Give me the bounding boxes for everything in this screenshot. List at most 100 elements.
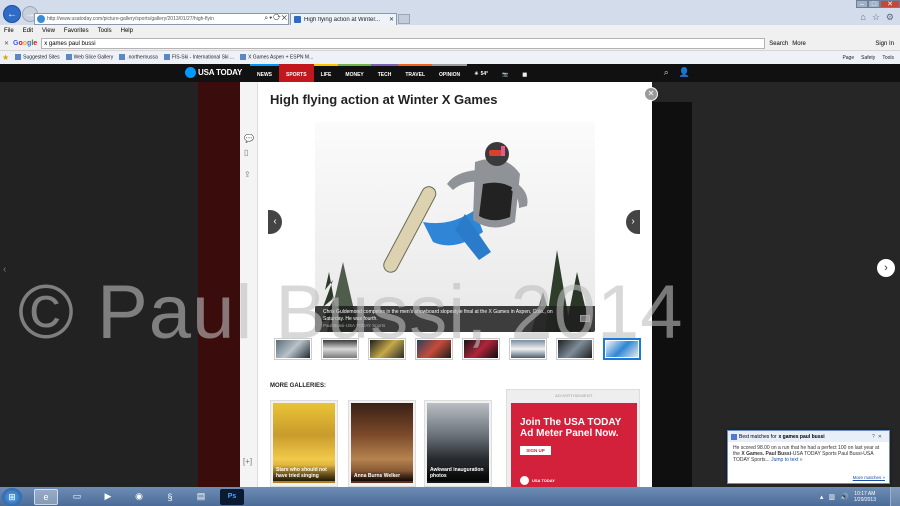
nav-opinion[interactable]: OPINION bbox=[432, 64, 468, 82]
next-photo-button[interactable]: › bbox=[626, 210, 640, 234]
menu-tools[interactable]: Tools bbox=[98, 28, 112, 34]
fav-suggested-sites[interactable]: Suggested Sites bbox=[15, 54, 60, 61]
search-icon[interactable]: ⌕ bbox=[664, 67, 669, 78]
nav-money[interactable]: MONEY bbox=[338, 64, 371, 82]
taskbar-photoshop[interactable]: Ps bbox=[220, 488, 244, 505]
minimize-button[interactable]: – bbox=[856, 0, 868, 8]
taskbar-media-player[interactable]: ▶ bbox=[96, 489, 120, 505]
close-window-button[interactable]: ✕ bbox=[880, 0, 900, 8]
fav-northernussa[interactable]: .northernussa bbox=[119, 54, 158, 61]
nav-tech[interactable]: TECH bbox=[370, 64, 399, 82]
thumbnail-6[interactable] bbox=[509, 338, 547, 360]
menu-view[interactable]: View bbox=[42, 28, 55, 34]
taskbar-explorer[interactable]: ▭ bbox=[65, 489, 89, 505]
caption-toggle-icon[interactable] bbox=[580, 315, 590, 322]
thumbnail-8-selected[interactable] bbox=[603, 338, 641, 360]
thumbnail-image bbox=[606, 341, 638, 357]
tray-volume-icon[interactable]: 🔊 bbox=[840, 493, 849, 501]
bookmark-icon[interactable]: ▯ bbox=[244, 148, 248, 157]
fav-fis-ski[interactable]: FIS-Ski - International Ski ... bbox=[163, 54, 234, 61]
system-clock[interactable]: 10:17 AM 1/29/2013 bbox=[854, 491, 876, 503]
gallery-card-2[interactable]: Anna Burns Welker bbox=[348, 400, 416, 487]
address-bar[interactable]: http://www.usatoday.com/picture-gallery/… bbox=[34, 13, 289, 25]
background-left bbox=[0, 82, 240, 487]
ad-logo-text: USA TODAY bbox=[532, 478, 555, 483]
expand-icon[interactable]: [+] bbox=[243, 457, 252, 466]
maximize-button[interactable]: □ bbox=[868, 0, 880, 8]
camera-icon: 📷 bbox=[502, 72, 509, 78]
nav-news[interactable]: NEWS bbox=[250, 64, 279, 82]
prev-photo-button[interactable]: ‹ bbox=[268, 210, 282, 234]
google-search-input[interactable]: x games paul bussi bbox=[41, 38, 766, 49]
page-menu[interactable]: Page bbox=[842, 55, 854, 61]
nav-media[interactable]: ▦ bbox=[515, 64, 534, 82]
taskbar-ie[interactable]: e bbox=[34, 488, 58, 505]
command-bar: Page Safety Tools bbox=[842, 55, 900, 61]
windows-logo-icon: ⊞ bbox=[8, 491, 16, 502]
address-tools-icon[interactable]: ⌕▾⟳✕ bbox=[264, 15, 288, 23]
back-button[interactable]: ← bbox=[3, 5, 21, 23]
page-prev-arrow-icon[interactable]: ‹ bbox=[3, 264, 6, 275]
usatoday-logo[interactable]: USA TODAY bbox=[185, 67, 242, 78]
show-desktop-button[interactable] bbox=[890, 487, 900, 506]
share-sidebar: 💬 ▯ ⇪ [+] bbox=[240, 82, 258, 487]
popup-more-link[interactable]: More matches » bbox=[853, 475, 885, 480]
nav-life[interactable]: LIFE bbox=[313, 64, 339, 82]
thumbnail-image bbox=[417, 340, 451, 358]
google-signin-button[interactable]: Sign In bbox=[875, 41, 894, 47]
thumbnail-3[interactable] bbox=[368, 338, 406, 360]
tray-arrow-icon[interactable]: ▴ bbox=[820, 493, 824, 501]
menu-help[interactable]: Help bbox=[121, 28, 133, 34]
thumbnail-1[interactable] bbox=[274, 338, 312, 360]
thumbnail-4[interactable] bbox=[415, 338, 453, 360]
taskbar-app[interactable]: § bbox=[158, 489, 182, 505]
gallery-card-3[interactable]: Awkward inauguration photos bbox=[424, 400, 492, 487]
windows-taskbar: ⊞ e ▭ ▶ ◉ § ▤ Ps ▴ ▥ 🔊 10:17 AM 1/29/201… bbox=[0, 487, 900, 506]
tools-gear-icon[interactable]: ⚙ bbox=[886, 12, 894, 23]
nav-weather[interactable]: ☀ 54° bbox=[467, 64, 495, 82]
gallery-card-1[interactable]: Stars who should not have tried singing bbox=[270, 400, 338, 487]
menu-favorites[interactable]: Favorites bbox=[64, 28, 89, 34]
page-next-arrow-icon[interactable]: › bbox=[877, 259, 895, 277]
popup-jump-link[interactable]: Jump to text » bbox=[771, 457, 802, 463]
favorites-star-icon[interactable]: ★ bbox=[2, 53, 9, 62]
ad-signup-button[interactable]: SIGN UP bbox=[520, 446, 551, 455]
favorites-star-icon[interactable]: ☆ bbox=[872, 12, 880, 23]
window-controls: – □ ✕ bbox=[856, 0, 900, 8]
user-icon[interactable]: 👤 bbox=[679, 67, 690, 78]
weather-temp: 54° bbox=[480, 71, 489, 77]
fav-web-slice[interactable]: Web Slice Gallery bbox=[65, 54, 113, 61]
tray-network-icon[interactable]: ▥ bbox=[828, 493, 835, 501]
menu-edit[interactable]: Edit bbox=[23, 28, 33, 34]
popup-controls[interactable]: ?✕ bbox=[872, 434, 889, 440]
thumbnail-2[interactable] bbox=[321, 338, 359, 360]
home-icon[interactable]: ⌂ bbox=[860, 12, 865, 23]
close-gallery-button[interactable]: ✕ bbox=[644, 87, 658, 101]
ad-banner[interactable]: Join The USA TODAY Ad Meter Panel Now. S… bbox=[511, 403, 637, 487]
safety-menu[interactable]: Safety bbox=[861, 55, 875, 61]
start-button[interactable]: ⊞ bbox=[2, 487, 22, 506]
popup-title-prefix: Best matches for bbox=[739, 433, 777, 440]
taskbar-firefox[interactable]: ◉ bbox=[127, 489, 151, 505]
thumbnail-7[interactable] bbox=[556, 338, 594, 360]
tab-close-icon[interactable]: ✕ bbox=[389, 16, 396, 23]
nav-photo[interactable]: 📷 bbox=[495, 64, 515, 82]
gallery-photo[interactable]: Chris Guldemond competes in the men's sn… bbox=[315, 122, 595, 332]
fav-x-games[interactable]: X Games Aspen + ESPN M... bbox=[240, 54, 313, 61]
close-toolbar-icon[interactable]: ✕ bbox=[4, 40, 9, 47]
browser-tab[interactable]: High flying action at Winter... ✕ bbox=[290, 13, 397, 25]
tools-menu[interactable]: Tools bbox=[882, 55, 894, 61]
address-url[interactable]: http://www.usatoday.com/picture-gallery/… bbox=[47, 16, 262, 22]
google-search-button[interactable]: Search bbox=[769, 41, 788, 47]
menu-file[interactable]: File bbox=[4, 28, 14, 34]
nav-travel[interactable]: TRAVEL bbox=[398, 64, 433, 82]
weather-sun-icon: ☀ bbox=[474, 71, 479, 77]
thumbnail-5[interactable] bbox=[462, 338, 500, 360]
comment-icon[interactable]: 💬 bbox=[244, 134, 254, 143]
taskbar-documents[interactable]: ▤ bbox=[189, 489, 213, 505]
share-icon[interactable]: ⇪ bbox=[244, 170, 251, 179]
google-more-button[interactable]: More bbox=[792, 41, 806, 47]
browser-titlebar: ← → http://www.usatoday.com/picture-gall… bbox=[0, 0, 900, 25]
nav-sports[interactable]: SPORTS bbox=[279, 64, 314, 82]
new-tab-button[interactable] bbox=[398, 14, 410, 24]
